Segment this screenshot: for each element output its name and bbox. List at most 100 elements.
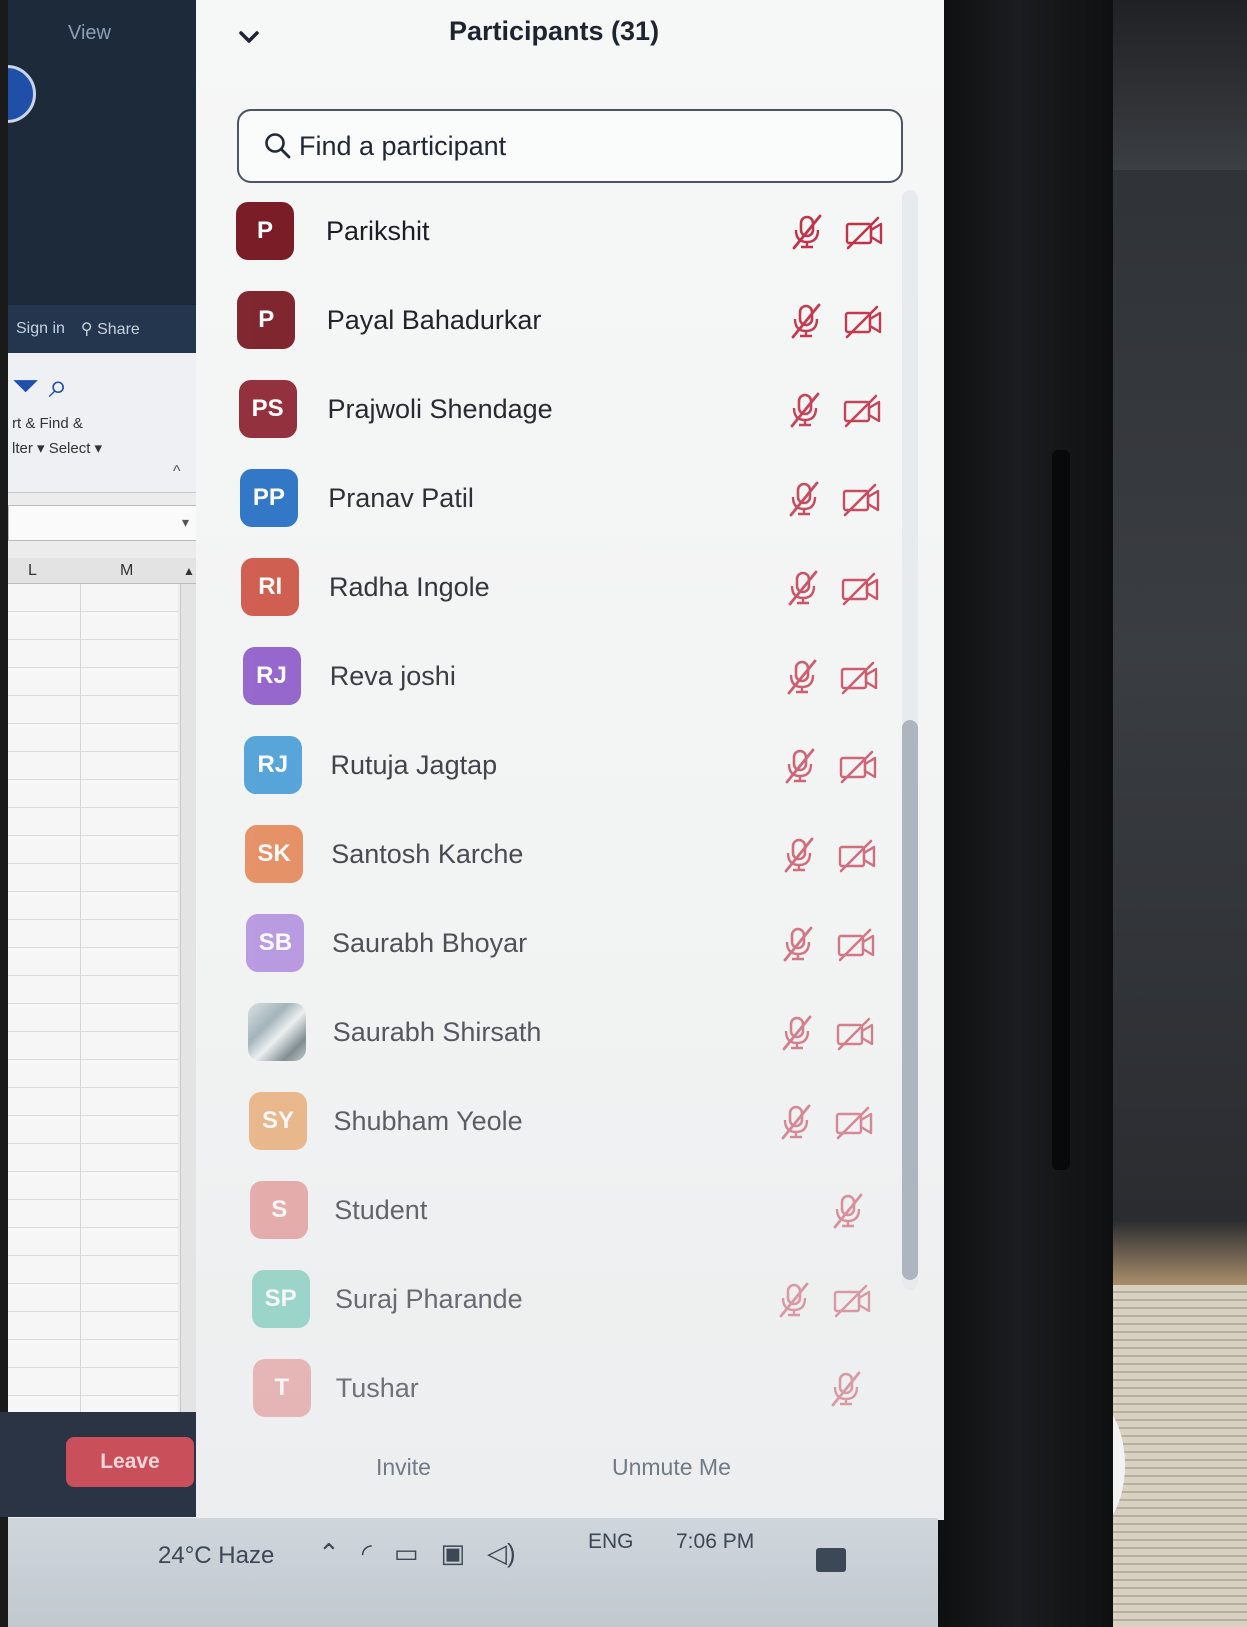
participant-row[interactable]: S Student [196, 1169, 896, 1253]
filter-select-label[interactable]: lter ▾ Select ▾ [12, 439, 102, 457]
unmute-me-button[interactable]: Unmute Me [612, 1454, 731, 1481]
mic-muted-icon[interactable] [779, 1104, 813, 1140]
mic-muted-icon[interactable] [783, 748, 817, 784]
panel-title: Participants (31) [449, 16, 660, 46]
participant-avatar: SP [251, 1270, 310, 1328]
participant-row[interactable]: Saurabh Shirsath [196, 991, 896, 1075]
video-off-icon[interactable] [838, 750, 878, 784]
participant-row[interactable]: SK Santosh Karche [196, 813, 896, 897]
clock[interactable]: 7:06 PM [676, 1530, 754, 1554]
mic-muted-icon[interactable] [782, 837, 816, 873]
person-icon: ⚲ [80, 321, 98, 338]
participant-row[interactable]: SP Suraj Pharande [196, 1258, 896, 1342]
menu-view[interactable]: View [68, 22, 111, 45]
video-off-icon[interactable] [834, 1106, 874, 1140]
column-header-m[interactable]: M [120, 562, 133, 580]
display-icon[interactable]: ▣ [440, 1538, 465, 1569]
search-icon [263, 129, 297, 163]
system-tray: ⌃ ◜ ▭ ▣ ◁) [318, 1538, 516, 1569]
participant-row[interactable]: PS Prajwoli Shendage [196, 368, 896, 452]
participant-photo-avatar [247, 1003, 306, 1061]
video-off-icon[interactable] [836, 928, 876, 962]
volume-icon[interactable]: ◁) [487, 1538, 516, 1569]
video-off-icon[interactable] [839, 661, 879, 695]
sign-in-link[interactable]: Sign in [16, 320, 65, 338]
mic-muted-icon[interactable] [829, 1371, 863, 1407]
participant-name: Parikshit [326, 216, 430, 246]
search-input[interactable] [299, 130, 859, 162]
chevron-up-icon[interactable]: ⌃ [318, 1538, 340, 1569]
mic-muted-icon[interactable] [777, 1282, 811, 1318]
spreadsheet-grid[interactable] [8, 584, 178, 1484]
mic-muted-icon[interactable] [788, 392, 822, 428]
participant-name: Student [334, 1195, 428, 1225]
participant-row[interactable]: P Parikshit [196, 190, 896, 274]
mic-muted-icon[interactable] [780, 1015, 814, 1051]
mic-muted-icon[interactable] [789, 303, 823, 339]
participant-name: Shubham Yeole [333, 1106, 523, 1136]
formula-expand-icon[interactable]: ▾ [182, 514, 189, 531]
participant-row[interactable]: PP Pranav Patil [196, 457, 896, 541]
participant-name: Rutuja Jagtap [330, 750, 498, 780]
monitor-bezel [938, 0, 1113, 1627]
excel-account-bar: Sign in ⚲ Share [8, 305, 203, 353]
participant-row[interactable]: RJ Rutuja Jagtap [196, 724, 896, 808]
participant-row[interactable]: RJ Reva joshi [196, 635, 896, 719]
video-off-icon[interactable] [832, 1284, 872, 1318]
participant-avatar: RI [241, 558, 300, 616]
participant-name: Payal Bahadurkar [326, 305, 542, 335]
mic-muted-icon[interactable] [790, 214, 824, 250]
participant-avatar: P [237, 291, 296, 349]
chevron-down-icon[interactable] [234, 22, 264, 52]
video-off-icon[interactable] [840, 572, 880, 606]
participant-name: Pranav Patil [328, 483, 474, 513]
collapse-ribbon-icon[interactable]: ^ [173, 463, 181, 481]
scroll-up-icon[interactable]: ▲ [183, 564, 195, 578]
find-select-icon[interactable]: ⏷ ⌕ [12, 367, 68, 406]
column-headers: L M ▲ [8, 558, 203, 584]
app-logo-icon [8, 65, 36, 123]
mic-muted-icon[interactable] [787, 481, 821, 517]
share-label: Share [97, 321, 140, 338]
participant-row[interactable]: SY Shubham Yeole [196, 1080, 896, 1164]
share-button[interactable]: ⚲ Share [81, 319, 140, 339]
video-off-icon[interactable] [844, 216, 884, 250]
participant-name: Santosh Karche [331, 839, 524, 869]
video-off-icon[interactable] [835, 1017, 875, 1051]
column-header-l[interactable]: L [28, 562, 37, 580]
video-off-icon[interactable] [843, 305, 883, 339]
mic-muted-icon[interactable] [786, 570, 820, 606]
participant-avatar: SY [249, 1092, 307, 1150]
language-indicator[interactable]: ENG [588, 1530, 634, 1554]
photo-of-screen: View Sign in ⚲ Share ⏷ ⌕ rt & Find & lte… [0, 0, 1247, 1627]
notification-icon[interactable] [816, 1548, 846, 1572]
sort-find-label[interactable]: rt & Find & [12, 415, 83, 432]
mic-muted-icon[interactable] [831, 1193, 865, 1229]
video-off-icon[interactable] [841, 483, 881, 517]
participant-row[interactable]: RI Radha Ingole [196, 546, 896, 630]
weather-widget[interactable]: 24°C Haze [158, 1542, 274, 1570]
participant-row[interactable]: P Payal Bahadurkar [196, 279, 896, 363]
participant-name: Suraj Pharande [335, 1284, 523, 1314]
search-field[interactable] [237, 109, 903, 183]
participant-row[interactable]: SB Saurabh Bhoyar [196, 902, 896, 986]
video-off-icon[interactable] [842, 394, 882, 428]
video-off-icon[interactable] [837, 839, 877, 873]
panel-header: Participants (31) [196, 0, 944, 80]
panel-footer: Invite Unmute Me [196, 1440, 944, 1510]
participants-panel: Participants (31) P Parikshit P Payal Bahad… [196, 0, 944, 1520]
participant-list-scroll-thumb[interactable] [902, 720, 918, 1280]
participant-name: Tushar [335, 1373, 419, 1403]
excel-titlebar: View [8, 0, 203, 350]
excel-window: View Sign in ⚲ Share ⏷ ⌕ rt & Find & lte… [8, 0, 203, 1580]
mic-muted-icon[interactable] [781, 926, 815, 962]
participant-name: Prajwoli Shendage [327, 394, 553, 424]
battery-icon[interactable]: ▭ [394, 1538, 419, 1569]
network-icon[interactable]: ◜ [362, 1538, 372, 1569]
formula-bar[interactable]: ▾ [8, 505, 200, 541]
mic-muted-icon[interactable] [785, 659, 819, 695]
invite-button[interactable]: Invite [376, 1454, 431, 1481]
excel-ribbon: ⏷ ⌕ rt & Find & lter ▾ Select ▾ ^ [8, 353, 203, 493]
participant-row[interactable]: T Tushar [196, 1347, 896, 1431]
leave-button[interactable]: Leave [66, 1437, 194, 1487]
